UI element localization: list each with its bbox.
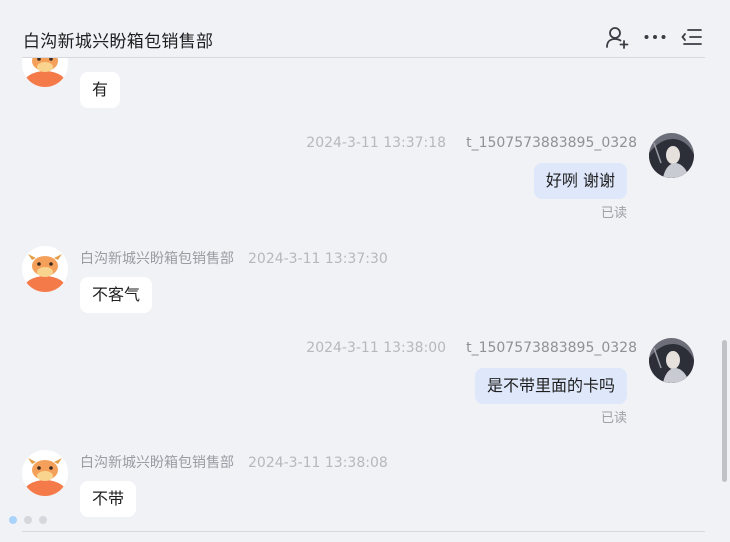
sender-name: 白沟新城兴盼箱包销售部 xyxy=(80,251,234,267)
read-status: 已读 xyxy=(600,411,627,426)
chat-title: 白沟新城兴盼箱包销售部 xyxy=(23,32,214,52)
seller-avatar[interactable] xyxy=(22,450,68,496)
seller-avatar[interactable] xyxy=(22,246,68,292)
more-icon[interactable] xyxy=(642,24,668,50)
menu-icon[interactable] xyxy=(679,24,705,50)
scrollbar-thumb[interactable] xyxy=(722,340,727,482)
loading-dot xyxy=(39,516,47,524)
sender-name: t_1507573883895_0328 xyxy=(466,135,637,151)
message-time: 2024-3-11 13:37:30 xyxy=(248,251,388,267)
message-meta: 2024-3-11 13:37:18 t_1507573883895_0328 xyxy=(306,135,637,151)
message-meta: 2024-3-11 13:38:00 t_1507573883895_0328 xyxy=(306,340,637,356)
loading-dot xyxy=(24,516,32,524)
message-bubble-in[interactable]: 不带 xyxy=(80,481,137,517)
sender-name: 白沟新城兴盼箱包销售部 xyxy=(80,455,234,471)
chat-header: 白沟新城兴盼箱包销售部 xyxy=(0,0,730,58)
loading-indicator xyxy=(9,509,54,528)
user-avatar[interactable] xyxy=(649,338,694,383)
message-bubble-in[interactable]: 不客气 xyxy=(80,277,153,313)
seller-avatar[interactable] xyxy=(22,58,68,87)
message-list[interactable]: 有 2024-3-11 13:37:18 t_1507573883895_0328… xyxy=(0,58,720,531)
sender-name: t_1507573883895_0328 xyxy=(466,340,637,356)
message-time: 2024-3-11 13:38:08 xyxy=(248,455,388,471)
message-bubble-out[interactable]: 是不带里面的卡吗 xyxy=(474,368,627,404)
user-avatar[interactable] xyxy=(649,133,694,178)
message-time: 2024-3-11 13:37:18 xyxy=(306,135,447,151)
message-bubble-out[interactable]: 好咧 谢谢 xyxy=(533,163,627,199)
read-status: 已读 xyxy=(600,206,627,221)
message-meta: 白沟新城兴盼箱包销售部 2024-3-11 13:37:30 xyxy=(80,248,388,268)
input-divider xyxy=(22,531,705,532)
message-meta: 白沟新城兴盼箱包销售部 2024-3-11 13:38:08 xyxy=(80,452,388,472)
loading-dot xyxy=(9,516,17,524)
add-member-icon[interactable] xyxy=(604,24,630,50)
message-bubble-in[interactable]: 有 xyxy=(80,72,121,108)
message-time: 2024-3-11 13:38:00 xyxy=(306,340,447,356)
